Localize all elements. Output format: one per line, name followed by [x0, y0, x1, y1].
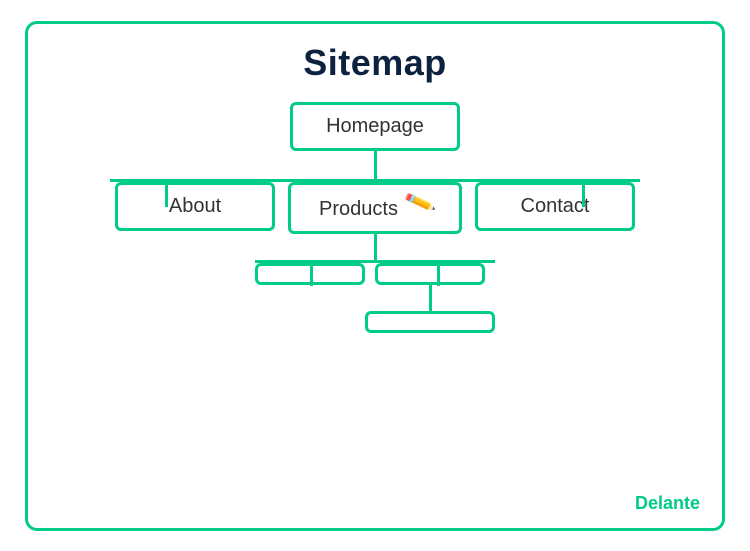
sub2-col — [365, 263, 495, 333]
vline-contact-top — [582, 179, 585, 207]
vline-sub2-child — [429, 285, 432, 311]
vline-homepage — [374, 151, 377, 179]
contact-col: Contact — [470, 182, 640, 231]
sitemap-diagram: Homepage About Products ✏️ — [28, 102, 722, 333]
about-col: About — [110, 182, 280, 231]
vline-about-top — [165, 179, 168, 207]
level1-row: About Products ✏️ — [110, 182, 640, 333]
homepage-node: Homepage — [290, 102, 460, 151]
about-node: About — [115, 182, 275, 231]
brand-logo: Delante — [635, 493, 700, 514]
brand-name: elante — [648, 493, 700, 513]
hline-level2 — [255, 260, 495, 263]
level2-row — [255, 263, 495, 333]
sitemap-card: Sitemap Homepage About Products — [25, 21, 725, 531]
brand-accent: D — [635, 493, 648, 513]
contact-node: Contact — [475, 182, 635, 231]
sub2-node — [375, 263, 485, 285]
page-title: Sitemap — [303, 42, 447, 84]
pencil-icon: ✏️ — [402, 185, 437, 219]
vline-sub1-top — [310, 260, 313, 286]
products-col: Products ✏️ — [280, 182, 470, 333]
products-node: Products ✏️ — [288, 182, 462, 234]
vline-sub2-top — [437, 260, 440, 286]
sub2-child-node — [365, 311, 495, 333]
vline-products-bottom — [374, 234, 377, 260]
